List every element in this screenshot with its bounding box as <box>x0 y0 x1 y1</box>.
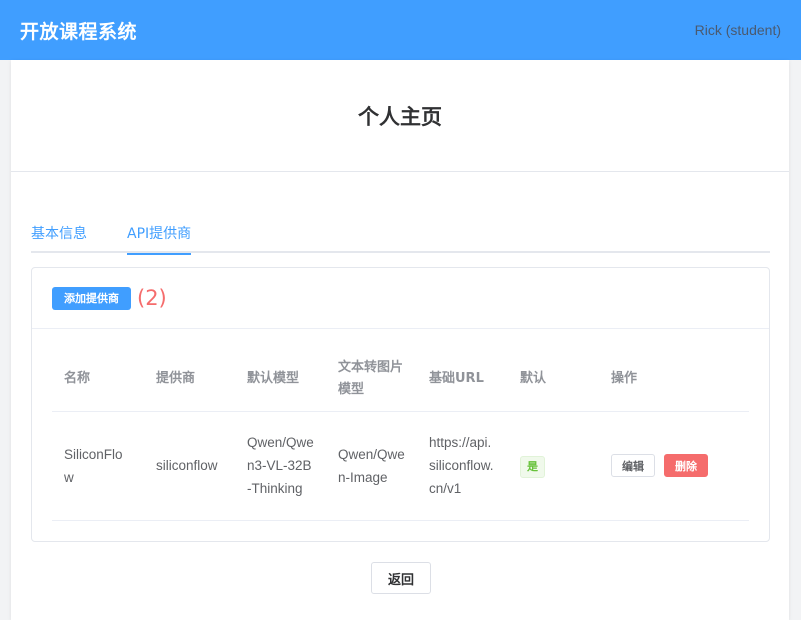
providers-table: 名称 提供商 默认模型 文本转图片模型 基础URL 默认 操作 SiliconF… <box>52 348 749 521</box>
cell-provider: siliconflow <box>144 411 235 521</box>
cell-actions: 编辑 删除 <box>599 411 749 521</box>
column-header-actions: 操作 <box>599 348 749 412</box>
card-header: 个人主页 <box>11 60 789 172</box>
table-header-row: 名称 提供商 默认模型 文本转图片模型 基础URL 默认 操作 <box>52 348 749 412</box>
back-button[interactable]: 返回 <box>371 562 431 594</box>
table-row: SiliconFlow siliconflow Qwen/Qwen3-VL-32… <box>52 411 749 521</box>
page-title: 个人主页 <box>358 104 442 129</box>
default-tag: 是 <box>520 455 545 478</box>
providers-panel: 添加提供商 (2) 名称 提供商 默认模型 文本转图片模型 基础URL 默认 操… <box>31 267 770 542</box>
tab-basic-info[interactable]: 基本信息 <box>31 220 87 253</box>
user-label[interactable]: Rick (student) <box>695 22 781 38</box>
column-header-provider: 提供商 <box>144 348 235 412</box>
tab-api-providers[interactable]: API提供商 <box>127 220 192 255</box>
add-provider-button[interactable]: 添加提供商 <box>52 286 131 310</box>
column-header-name: 名称 <box>52 348 144 412</box>
cell-base-url: https://api.siliconflow.cn/v1 <box>417 411 508 521</box>
cell-default: 是 <box>508 411 599 521</box>
column-header-text-to-image-model: 文本转图片模型 <box>326 348 417 412</box>
cell-text-to-image-model: Qwen/Qwen-Image <box>326 411 417 521</box>
column-header-base-url: 基础URL <box>417 348 508 412</box>
top-bar: 开放课程系统 Rick (student) <box>0 0 801 60</box>
app-title: 开放课程系统 <box>20 20 138 43</box>
column-header-default: 默认 <box>508 348 599 412</box>
cell-name: SiliconFlow <box>52 411 144 521</box>
delete-button[interactable]: 删除 <box>664 454 708 478</box>
provider-count: (2) <box>137 286 167 310</box>
tabs: 基本信息 API提供商 <box>31 220 770 255</box>
column-header-default-model: 默认模型 <box>235 348 326 412</box>
profile-card: 个人主页 基本信息 API提供商 添加提供商 (2) 名称 提供商 默认模型 文… <box>11 60 789 620</box>
edit-button[interactable]: 编辑 <box>611 454 655 478</box>
panel-header: 添加提供商 (2) <box>32 268 769 329</box>
cell-default-model: Qwen/Qwen3-VL-32B-Thinking <box>235 411 326 521</box>
